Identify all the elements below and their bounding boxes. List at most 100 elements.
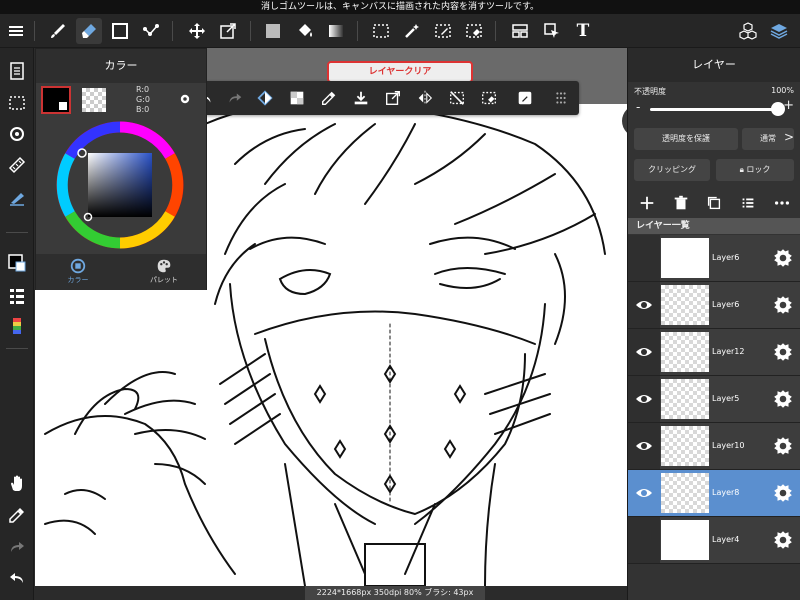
transparent-color-swatch[interactable] [82, 88, 106, 112]
frame-icon[interactable] [507, 18, 533, 44]
opacity-slider-track[interactable] [650, 108, 778, 111]
brush-list-icon[interactable] [4, 283, 30, 309]
visibility-toggle[interactable] [628, 235, 660, 281]
brush-icon[interactable] [45, 18, 71, 44]
selection-view-icon[interactable] [4, 90, 30, 116]
ruler-icon[interactable] [4, 152, 30, 178]
gear-icon[interactable] [772, 529, 794, 551]
flip-icon[interactable] [413, 86, 437, 110]
hand-icon[interactable] [4, 470, 30, 496]
select-icon[interactable] [368, 18, 394, 44]
status-bar: 消しゴムツールは、キャンバスに描画された内容を消すツールです。 [0, 0, 800, 14]
undo-icon[interactable] [4, 565, 30, 591]
lock-label: ロック [746, 165, 771, 174]
main-color-swatch[interactable] [41, 86, 71, 114]
more-icon[interactable] [773, 194, 791, 212]
palette-bar-icon[interactable] [4, 313, 30, 339]
tab-color[interactable]: カラー [48, 256, 108, 288]
rotate-icon[interactable] [4, 121, 30, 147]
quick-action-bar [187, 81, 579, 115]
layer-thumbnail [661, 473, 709, 513]
palette-icon [157, 259, 171, 273]
gear-icon[interactable] [772, 388, 794, 410]
layer-thumbnail [661, 426, 709, 466]
text-icon[interactable]: T [570, 18, 596, 44]
gear-icon[interactable] [772, 435, 794, 457]
eye-icon [636, 301, 652, 309]
color-swatch-icon[interactable] [4, 250, 30, 276]
layer-list-icon[interactable] [739, 194, 757, 212]
hamburger-icon[interactable] [3, 18, 29, 44]
redo-icon[interactable] [4, 534, 30, 560]
deselect-icon[interactable] [445, 86, 469, 110]
visibility-toggle[interactable] [628, 329, 660, 375]
operation-icon[interactable] [539, 18, 565, 44]
layer-panel-title: レイヤー [628, 48, 800, 82]
layer-row[interactable]: Layer5 [628, 376, 800, 423]
eyedropper-icon[interactable] [4, 502, 30, 528]
visibility-toggle[interactable] [628, 517, 660, 563]
layer-name: Layer10 [712, 441, 745, 450]
transparent-icon[interactable] [285, 86, 309, 110]
gear-icon[interactable] [772, 341, 794, 363]
gear-icon[interactable] [772, 247, 794, 269]
add-layer-icon[interactable] [638, 194, 656, 212]
select-pen-icon[interactable] [430, 18, 456, 44]
bucket-icon[interactable] [292, 18, 318, 44]
tab-color-label: カラー [67, 276, 89, 284]
redo-icon[interactable] [223, 86, 247, 110]
opacity-plus-button[interactable]: + [783, 98, 794, 113]
layer-row[interactable]: Layer6 [628, 235, 800, 282]
text-tool-label: T [576, 21, 590, 41]
layer-row[interactable]: Layer12 [628, 329, 800, 376]
sub-color-swatch[interactable] [58, 101, 68, 111]
top-toolbar: T [0, 14, 800, 48]
layer-row-selected[interactable]: Layer8 [628, 470, 800, 517]
toolbar-divider [6, 232, 28, 233]
3d-icon[interactable] [735, 18, 761, 44]
rectangle-icon[interactable] [107, 18, 133, 44]
layers-icon[interactable] [766, 18, 792, 44]
color-wheel[interactable] [54, 119, 186, 251]
document-icon[interactable] [4, 58, 30, 84]
duplicate-layer-icon[interactable] [705, 194, 723, 212]
clear-layer-button[interactable]: レイヤークリア [327, 61, 473, 83]
color-settings-icon[interactable] [178, 91, 192, 110]
layer-thumbnail [661, 285, 709, 325]
delete-layer-icon[interactable] [672, 194, 690, 212]
edit-icon[interactable] [513, 86, 537, 110]
toolbar-divider [495, 21, 496, 41]
layer-row[interactable]: Layer10 [628, 423, 800, 470]
snap-icon[interactable] [253, 86, 277, 110]
transform-icon[interactable] [215, 18, 241, 44]
layer-row[interactable]: Layer6 [628, 282, 800, 329]
gradient-icon[interactable] [323, 18, 349, 44]
clipping-button[interactable]: クリッピング [634, 159, 710, 181]
tab-palette[interactable]: パレット [134, 256, 194, 288]
eyedropper-icon[interactable] [317, 86, 341, 110]
gear-icon[interactable] [772, 482, 794, 504]
pen-setting-icon[interactable] [4, 184, 30, 210]
lock-button[interactable]: 🔒︎ ロック [716, 159, 794, 181]
select-eraser-icon[interactable] [461, 18, 487, 44]
transform-icon[interactable] [381, 86, 405, 110]
fill-color-icon[interactable] [260, 18, 286, 44]
layer-row[interactable]: Layer4 [628, 517, 800, 564]
select-eraser-icon[interactable] [477, 86, 501, 110]
opacity-minus-button[interactable]: - [636, 100, 640, 114]
left-toolbar [0, 48, 34, 600]
drag-handle-icon[interactable] [549, 86, 573, 110]
dotline-icon[interactable] [138, 18, 164, 44]
visibility-toggle[interactable] [628, 423, 660, 469]
move-icon[interactable] [184, 18, 210, 44]
magic-wand-icon[interactable] [399, 18, 425, 44]
rgb-g: G:0 [136, 95, 150, 104]
fill-down-icon[interactable] [349, 86, 373, 110]
gear-icon[interactable] [772, 294, 794, 316]
protect-alpha-button[interactable]: 透明度を保護 [634, 128, 738, 150]
eraser-icon[interactable] [76, 18, 102, 44]
visibility-toggle[interactable] [628, 470, 660, 516]
visibility-toggle[interactable] [628, 282, 660, 328]
toolbar-divider [357, 21, 358, 41]
visibility-toggle[interactable] [628, 376, 660, 422]
